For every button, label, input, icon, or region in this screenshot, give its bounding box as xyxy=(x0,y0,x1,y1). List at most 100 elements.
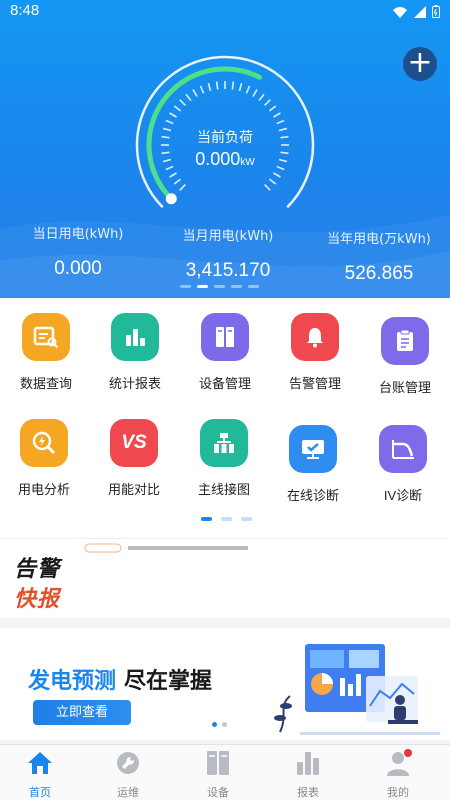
alert-logo-line1: 告警 xyxy=(14,557,61,582)
menu-label: 用电分析 xyxy=(17,482,70,497)
add-button[interactable]: + xyxy=(403,47,437,81)
analytics-illustration xyxy=(274,644,440,735)
menu-label: 数据查询 xyxy=(19,376,72,391)
banner-title-rest: 尽在掌握 xyxy=(124,668,213,693)
stat-daily-value: 0.000 xyxy=(54,258,102,279)
menu-statistics-report[interactable]: 统计报表 xyxy=(90,313,180,392)
stat-yearly-label: 当年用电(万kWh) xyxy=(327,232,431,247)
gauge-tick xyxy=(215,81,219,90)
statistics-report-icon xyxy=(111,313,159,361)
gauge-tick xyxy=(276,119,285,125)
banner-title: 发电预测 尽在掌握 xyxy=(28,663,212,695)
gauge-tick xyxy=(252,89,258,97)
iv-curve-icon xyxy=(379,425,427,473)
gauge-tick xyxy=(258,93,265,102)
tab-maintenance[interactable]: 运维 xyxy=(88,749,168,800)
gauge-tick xyxy=(185,93,192,102)
menu-label: IV诊断 xyxy=(383,488,423,503)
menu-iv-diagnosis[interactable]: IV诊断 xyxy=(358,425,448,504)
stat-daily-label: 当日用电(kWh) xyxy=(32,227,124,242)
hero-dashboard: 8:48 + 当前负荷 0.000kW 当日用电(kWh) 0.000 当月用电… xyxy=(0,0,450,298)
power-analysis-icon xyxy=(20,419,68,467)
alert-news-logo: 告警 快报 xyxy=(14,551,78,612)
online-diagnosis-icon xyxy=(289,425,337,473)
gauge-tick xyxy=(207,82,212,92)
status-bar: 8:48 xyxy=(0,0,450,24)
tab-label: 运维 xyxy=(117,787,139,799)
user-icon xyxy=(387,749,412,776)
menu-wiring-diagram[interactable]: 主线接图 xyxy=(179,419,269,498)
device-management-icon xyxy=(201,313,249,361)
menu-energy-compare[interactable]: VS 用能对比 xyxy=(89,419,179,498)
gauge-tick xyxy=(169,112,177,118)
battery-icon xyxy=(432,5,440,18)
forecast-banner[interactable]: 发电预测 尽在掌握 立即查看 xyxy=(0,628,450,740)
alert-tag-icon xyxy=(84,543,122,553)
gauge-tick xyxy=(264,99,271,106)
menu-device-management[interactable]: 设备管理 xyxy=(180,313,270,392)
current-load-value: 0.000kW xyxy=(195,149,255,169)
gauge-tick xyxy=(245,85,251,94)
data-query-icon xyxy=(22,313,70,361)
menu-label: 主线接图 xyxy=(197,482,250,497)
stat-daily: 当日用电(kWh) 0.000 xyxy=(22,223,134,280)
menu-label: 在线诊断 xyxy=(286,488,339,503)
hero-page-indicator xyxy=(180,285,259,288)
wrench-icon xyxy=(117,752,139,774)
gauge-tick xyxy=(231,81,235,90)
device-icon xyxy=(207,751,229,775)
menu-label: 告警管理 xyxy=(288,376,341,391)
banner-page-indicator xyxy=(212,722,227,727)
stat-yearly: 当年用电(万kWh) 526.865 xyxy=(318,228,440,285)
wifi-icon xyxy=(393,6,407,18)
menu-label: 统计报表 xyxy=(108,376,161,391)
report-icon xyxy=(297,752,319,775)
gauge-tick xyxy=(165,119,174,125)
gauge-tick xyxy=(264,184,271,191)
menu-online-diagnosis[interactable]: 在线诊断 xyxy=(268,425,358,504)
menu-alarm-management[interactable]: 告警管理 xyxy=(270,313,360,392)
menu-page-indicator xyxy=(201,517,252,521)
alert-news-card[interactable]: 告警 快报 xyxy=(0,538,450,618)
alert-scrolling-text-clipped xyxy=(128,546,248,550)
tab-label: 报表 xyxy=(297,787,319,799)
view-now-button[interactable]: 立即查看 xyxy=(33,700,131,725)
gauge-tick xyxy=(192,89,198,97)
gauge-tick xyxy=(169,172,177,178)
banner-title-highlight: 发电预测 xyxy=(28,668,117,693)
function-menu: 数据查询 统计报表 设备管理 告警管理 台账管理 用电分析 VS 用能对比 主线… xyxy=(0,298,450,538)
tab-report[interactable]: 报表 xyxy=(268,749,348,800)
gauge-tick xyxy=(179,184,186,191)
gauge-tick xyxy=(173,178,182,185)
menu-ledger-management[interactable]: 台账管理 xyxy=(360,317,450,396)
tab-mine[interactable]: 我的 xyxy=(358,749,438,800)
stat-monthly: 当月用电(kWh) 3,415.170 xyxy=(172,225,284,282)
gauge-tick xyxy=(173,105,182,112)
menu-label: 设备管理 xyxy=(198,376,251,391)
tab-home[interactable]: 首页 xyxy=(0,749,80,800)
home-icon xyxy=(28,752,52,774)
menu-label: 用能对比 xyxy=(107,482,160,497)
alert-logo-line2: 快报 xyxy=(14,587,61,612)
bottom-tab-bar: 首页 运维 设备 报表 我的 xyxy=(0,744,450,800)
ledger-icon xyxy=(381,317,429,365)
energy-compare-icon: VS xyxy=(110,419,158,467)
gauge-tick xyxy=(179,99,186,106)
menu-power-analysis[interactable]: 用电分析 xyxy=(0,419,89,498)
tab-label: 首页 xyxy=(29,787,51,799)
menu-data-query[interactable]: 数据查询 xyxy=(1,313,91,392)
alarm-bell-icon xyxy=(291,313,339,361)
gauge-tick xyxy=(238,82,243,92)
signal-icon xyxy=(414,5,426,18)
menu-label: 台账管理 xyxy=(378,380,431,395)
gauge-tick xyxy=(268,178,277,185)
tab-device[interactable]: 设备 xyxy=(178,749,258,800)
tab-label: 我的 xyxy=(387,787,409,799)
gauge-tick xyxy=(273,172,281,178)
stat-monthly-value: 3,415.170 xyxy=(185,260,271,281)
gauge-tick xyxy=(199,85,205,94)
stat-monthly-label: 当月用电(kWh) xyxy=(182,229,274,244)
status-time: 8:48 xyxy=(10,2,40,19)
stat-yearly-value: 526.865 xyxy=(344,263,414,284)
wiring-diagram-icon xyxy=(200,419,248,467)
